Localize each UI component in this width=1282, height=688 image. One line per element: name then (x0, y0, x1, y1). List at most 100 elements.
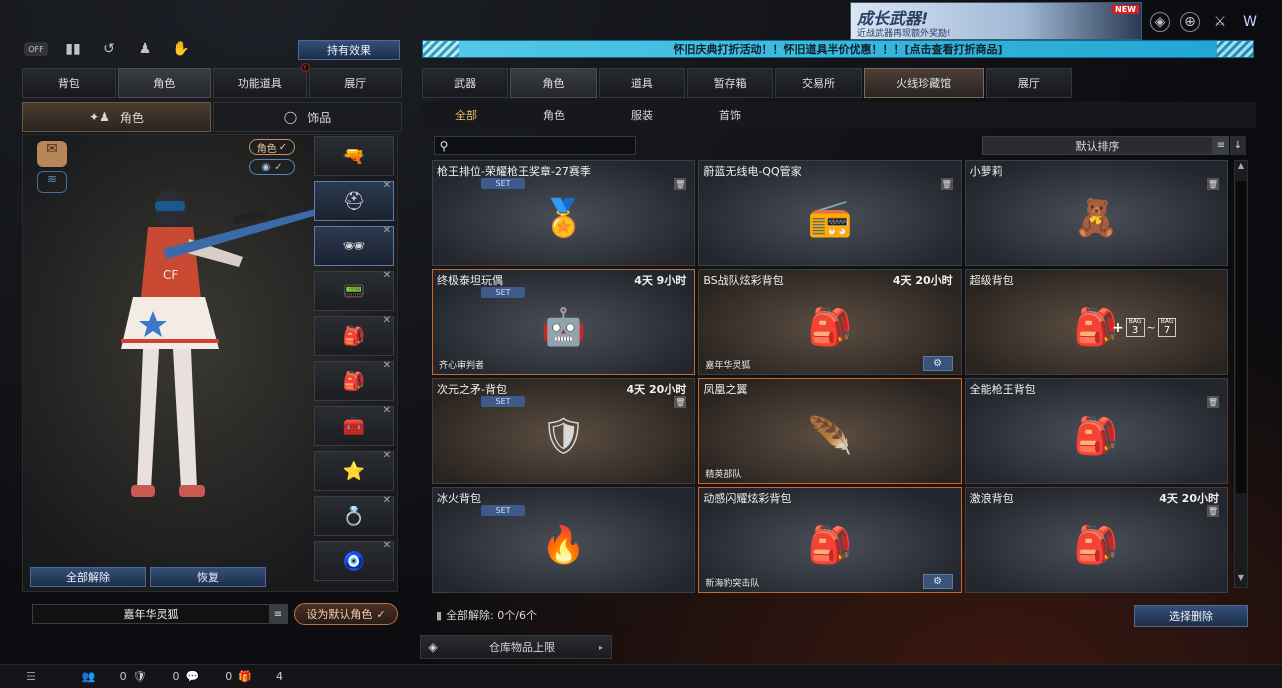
release-all-button[interactable]: 全部解除 (30, 567, 146, 587)
shield-icon[interactable]: ◈ (1150, 12, 1170, 32)
close-icon[interactable]: ✕ (383, 405, 391, 416)
scrollbar[interactable]: ▲ ▼ (1234, 160, 1248, 588)
gift-icon[interactable]: 🎁 (238, 670, 252, 683)
scroll-down-icon[interactable]: ▼ (1235, 573, 1247, 587)
trash-icon[interactable]: 🗑 (1207, 178, 1219, 190)
friends-icon[interactable]: 👥 (82, 670, 96, 683)
item-card[interactable]: 全能枪王背包 🗑 🎒 (964, 378, 1228, 484)
item-card[interactable]: 小萝莉 🗑 🧸 (964, 160, 1228, 266)
tab-backpack[interactable]: 背包 (22, 68, 116, 98)
close-icon[interactable]: ✕ (383, 225, 391, 236)
subtab-role[interactable]: 角色 (510, 107, 598, 123)
item-card[interactable]: 凤凰之翼 🪶 精英部队 (698, 378, 962, 484)
close-icon[interactable]: ✕ (383, 180, 391, 191)
tab-function-items[interactable]: 功能道具! (213, 63, 310, 98)
item-card[interactable]: 超级背包 🎒 + BAG 3 ~ BAG 7 (964, 269, 1228, 375)
news-ticker[interactable]: 怀旧庆典打折活动！！怀旧道具半价优惠！！！[点击查看打折商品] (422, 40, 1254, 58)
history-icon[interactable]: ↺ (98, 38, 120, 60)
item-card[interactable]: BS战队炫彩背包 4天 20小时 🎒 嘉年华灵狐 ⚙ (698, 269, 962, 375)
item-card[interactable]: 枪王排位-荣耀枪王奖章-27赛季 SET 🗑 🏅 (432, 160, 696, 266)
slot-radio[interactable]: 📟 ✕ (314, 270, 394, 311)
list-view-icon[interactable]: ≡ (1213, 136, 1229, 155)
promo-banner[interactable]: 成长武器! 近战武器再现额外奖励! NEW (850, 2, 1142, 40)
slot-backpack[interactable]: 🎒 ✕ (314, 315, 394, 356)
owner-character: 新海豹突击队 (705, 579, 760, 589)
ranking-icon[interactable]: ▮▮ (62, 38, 84, 60)
character-icon[interactable]: ♟ (134, 38, 156, 60)
search-input[interactable] (453, 139, 635, 152)
warehouse-limit-bar[interactable]: ◈ 仓库物品上限 ▸ (420, 635, 612, 659)
off-toggle-icon[interactable]: OFF (24, 42, 48, 56)
sort-dropdown[interactable]: 默认排序 ≡ ↓ (982, 136, 1246, 155)
item-card[interactable]: 蔚蓝无线电-QQ管家 🗑 📻 (698, 160, 962, 266)
slot-ammo[interactable]: 🧰 ✕ (314, 405, 394, 446)
close-icon[interactable]: ✕ (383, 360, 391, 371)
select-delete-button[interactable]: 选择删除 (1134, 605, 1248, 627)
subtab-jewelry[interactable]: 首饰 (686, 107, 774, 123)
tab-function-items-label: 功能道具 (237, 77, 282, 90)
trash-icon[interactable]: 🗑 (674, 396, 687, 408)
scroll-up-icon[interactable]: ▲ (1235, 161, 1247, 175)
trash-icon[interactable]: 🗑 (1207, 505, 1219, 517)
subtab-accessory[interactable]: ◯ 饰品 (213, 102, 402, 132)
item-card[interactable]: 终极泰坦玩偶 4天 9小时 SET 🤖 齐心审判者 (432, 269, 696, 375)
check-icon: ✓ (376, 607, 386, 621)
tab-characters[interactable]: 角色 (510, 68, 597, 98)
character-name-field[interactable]: 嘉年华灵狐 ≡ (32, 604, 288, 624)
shield-icon[interactable]: 🛡 (133, 670, 147, 683)
gear-icon[interactable]: ⚙ (922, 356, 953, 371)
sword-icon[interactable]: ⚔ (1210, 12, 1230, 32)
tab-hall[interactable]: 展厅 (985, 68, 1073, 98)
slot-helmet[interactable]: ⛑ ✕ (314, 180, 394, 221)
tab-weapons[interactable]: 武器 (422, 68, 509, 98)
pet-icon[interactable]: ✋ (170, 38, 192, 60)
slot-ring[interactable]: 💍 ✕ (314, 495, 394, 536)
slot-weapon[interactable]: 🔫 (314, 136, 394, 176)
item-card[interactable]: 冰火背包 SET 🔥 (432, 487, 696, 593)
scroll-thumb[interactable] (1236, 181, 1246, 493)
tab-storage[interactable]: 暂存箱 (686, 68, 774, 98)
slot-bracelet[interactable]: 🧿 ✕ (314, 540, 394, 581)
menu-icon[interactable]: ☰ (26, 670, 36, 683)
trash-icon[interactable]: 🗑 (1207, 396, 1219, 408)
tab-items[interactable]: 道具 (598, 68, 685, 98)
restore-button[interactable]: 恢复 (150, 567, 266, 587)
tab-showroom[interactable]: 展厅 (308, 68, 402, 98)
list-icon[interactable]: ≡ (269, 605, 287, 623)
item-card[interactable]: 动感闪耀炫彩背包 🎒 新海豹突击队 ⚙ (698, 487, 962, 593)
ring-icon: 💍 (342, 505, 366, 527)
bag-label: BAG (1160, 317, 1174, 325)
badge-icon[interactable]: ✉ (37, 141, 67, 167)
sort-arrow-icon[interactable]: ↓ (1230, 136, 1246, 155)
slot-goggles[interactable]: 🕶 ✕ (314, 225, 394, 266)
search-box[interactable]: ⚲ (434, 136, 636, 155)
tab-exchange[interactable]: 交易所 (775, 68, 862, 98)
trash-icon[interactable]: 🗑 (674, 178, 687, 190)
visibility-toggle[interactable]: ◉ ✓ (249, 159, 295, 175)
gear-icon[interactable]: ⚙ (922, 574, 953, 589)
trash-icon[interactable]: 🗑 (940, 178, 953, 190)
chat-icon[interactable]: 💬 (186, 670, 200, 683)
item-card[interactable]: 次元之矛-背包 4天 20小时 SET 🗑 🛡 (432, 378, 696, 484)
eye-icon: ◉ (261, 161, 271, 173)
subtab-clothing[interactable]: 服装 (598, 107, 686, 123)
close-icon[interactable]: ✕ (383, 450, 391, 461)
close-icon[interactable]: ✕ (383, 315, 391, 326)
character-toggle[interactable]: 角色 ✓ (249, 139, 295, 155)
subtab-all[interactable]: 全部 (422, 107, 510, 123)
item-card[interactable]: 激浪背包 4天 20小时 🗑 🎒 (964, 487, 1228, 593)
close-icon[interactable]: ✕ (383, 495, 391, 506)
set-default-button[interactable]: 设为默认角色 ✓ (294, 603, 398, 625)
close-icon[interactable]: ✕ (383, 270, 391, 281)
subtab-character[interactable]: ✦♟ 角色 (22, 102, 211, 132)
tab-character[interactable]: 角色 (117, 68, 211, 98)
right-tabs: 武器 角色 道具 暂存箱 交易所 火线珍藏馆 展厅 (422, 68, 1073, 98)
logo-icon[interactable]: W (1240, 12, 1260, 32)
badge-alt-icon[interactable]: ≋ (37, 171, 67, 193)
crosshair-icon[interactable]: ⊕ (1180, 12, 1200, 32)
effects-button[interactable]: 持有效果 (298, 40, 400, 60)
close-icon[interactable]: ✕ (383, 540, 391, 551)
slot-emblem[interactable]: ⭐ ✕ (314, 450, 394, 491)
tab-collection[interactable]: 火线珍藏馆 (863, 68, 984, 98)
slot-pouch[interactable]: 🎒 ✕ (314, 360, 394, 401)
